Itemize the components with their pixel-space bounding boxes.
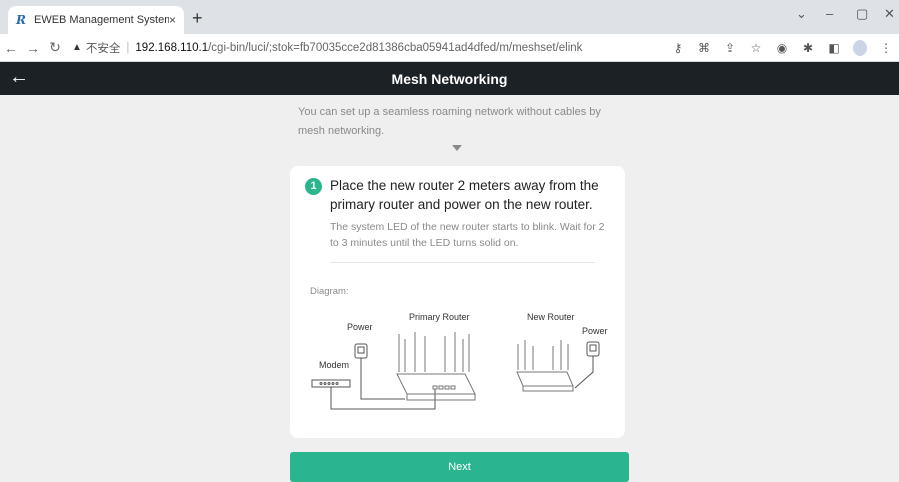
translate-icon[interactable]: ⌘ (697, 41, 711, 55)
power-adapter-left-icon (354, 343, 405, 400)
new-router-icon (516, 340, 574, 392)
intro-text: You can set up a seamless roaming networ… (298, 106, 601, 137)
sidebar-icon[interactable]: ◧ (827, 41, 841, 55)
diagram-label: Diagram: (310, 286, 349, 297)
eweb-logo-icon: R (16, 13, 26, 27)
step-card: 1 Place the new router 2 meters away fro… (290, 166, 625, 438)
primary-router-icon (396, 332, 476, 401)
tab-search-icon[interactable]: ⌄ (796, 6, 807, 22)
minimize-icon[interactable]: – (826, 6, 833, 21)
browser-toolbar: ⚷ ⌘ ⇪ ☆ ◉ ✱ ◧ ⋮ (671, 34, 893, 62)
modem-label: Modem (319, 360, 349, 370)
extension-icon[interactable]: ◉ (775, 41, 789, 55)
primary-router-label: Primary Router (409, 312, 470, 322)
power-left-label: Power (347, 322, 373, 332)
step-number-badge: 1 (305, 178, 322, 195)
share-icon[interactable]: ⇪ (723, 41, 737, 55)
divider (330, 262, 595, 263)
warning-icon: ▲ (72, 42, 82, 53)
step-description: The system LED of the new router starts … (330, 221, 605, 249)
new-tab-button[interactable]: + (192, 8, 203, 29)
tab-close-icon[interactable]: × (169, 13, 176, 27)
power-adapter-right-icon (574, 341, 600, 389)
tab-title: EWEB Management System (33, 14, 169, 26)
app-header: ← Mesh Networking (0, 62, 899, 95)
address-bar: ← → ↻ ▲ 不安全 | 192.168.110.1 /cgi-bin/luc… (0, 34, 899, 62)
url-path: /cgi-bin/luci/;stok=fb70035cce2d81386cba… (208, 41, 583, 54)
url-host: 192.168.110.1 (135, 41, 209, 54)
close-window-icon[interactable]: ✕ (884, 6, 895, 22)
menu-icon[interactable]: ⋮ (879, 41, 893, 55)
browser-tab-bar: R EWEB Management System × + ⌄ – ▢ ✕ (0, 0, 899, 34)
router-diagram: Primary Router New Router Power Power Mo… (311, 312, 608, 410)
restore-icon[interactable]: ▢ (856, 6, 868, 22)
step-title: Place the new router 2 meters away from … (330, 178, 599, 212)
next-button[interactable]: Next (290, 452, 629, 482)
page-title: Mesh Networking (391, 71, 508, 87)
power-right-label: Power (582, 326, 608, 336)
profile-avatar-icon[interactable] (853, 40, 867, 56)
url-separator: | (126, 41, 130, 54)
new-router-label: New Router (527, 312, 575, 322)
chevron-down-icon (452, 145, 462, 151)
browser-tab[interactable]: R EWEB Management System × (8, 6, 184, 34)
reload-icon[interactable]: ↻ (44, 39, 66, 56)
puzzle-icon[interactable]: ✱ (801, 41, 815, 55)
key-icon[interactable]: ⚷ (671, 41, 685, 55)
forward-nav-icon[interactable]: → (22, 40, 44, 56)
back-nav-icon[interactable]: ← (0, 40, 22, 56)
bookmark-star-icon[interactable]: ☆ (749, 41, 763, 55)
insecure-label: 不安全 (85, 42, 121, 55)
url-field[interactable]: ▲ 不安全 | 192.168.110.1 /cgi-bin/luci/;sto… (72, 40, 582, 56)
